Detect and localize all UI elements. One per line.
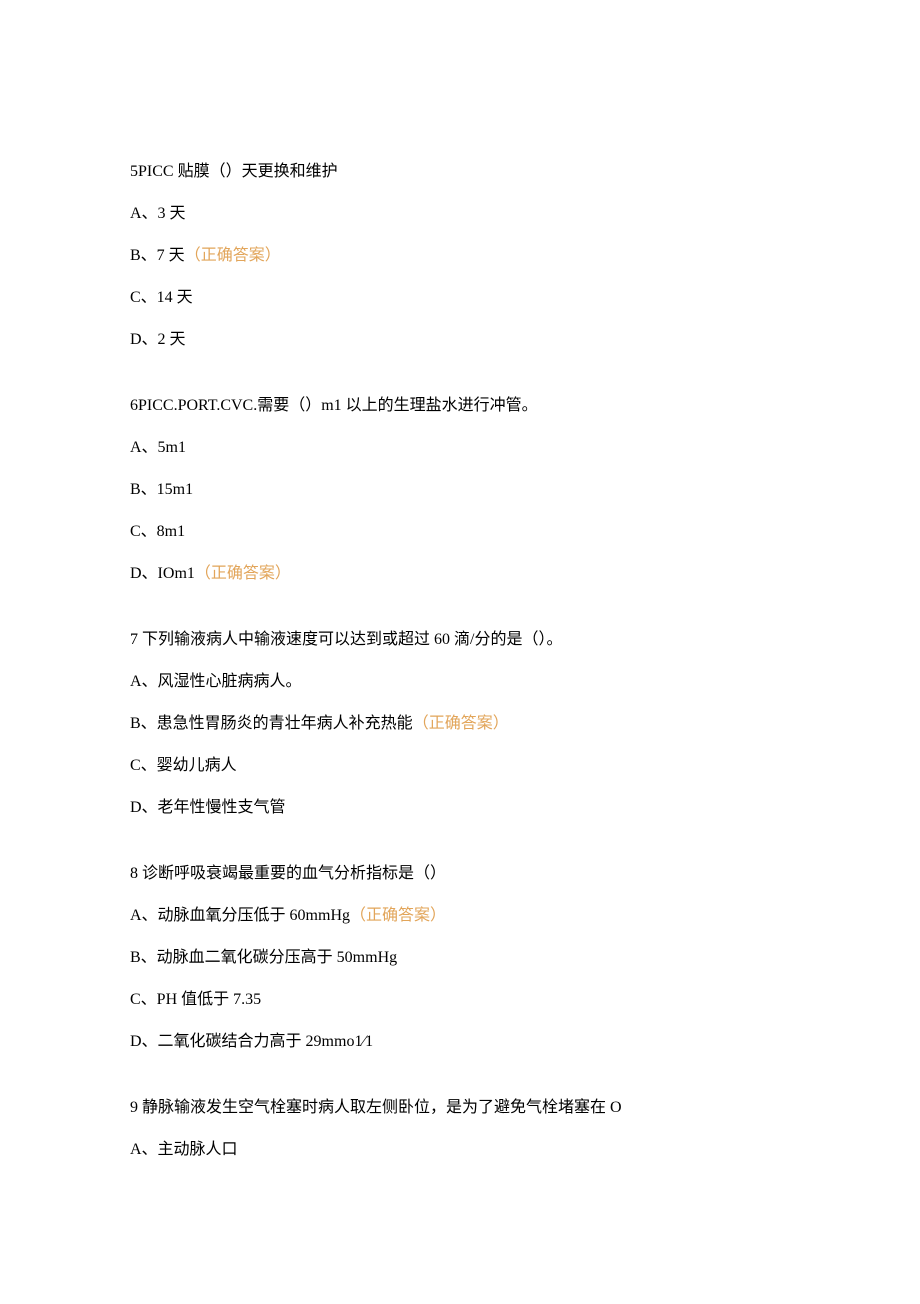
question-text: 7 下列输液病人中输液速度可以达到或超过 60 滴/分的是（）。	[130, 628, 790, 652]
answer-option: A、5m1	[130, 436, 790, 460]
answer-option: A、动脉血氧分压低于 60mmHg（正确答案）	[130, 904, 790, 928]
answer-option: C、婴幼儿病人	[130, 754, 790, 778]
answer-option: D、老年性慢性支气管	[130, 796, 790, 820]
answer-option: A、3 天	[130, 202, 790, 226]
correct-answer-marker: （正确答案）	[413, 715, 509, 732]
option-label: A、风湿性心脏病病人。	[130, 673, 302, 690]
option-label: B、动脉血二氧化碳分压高于 50mmHg	[130, 949, 397, 966]
question-block: 7 下列输液病人中输液速度可以达到或超过 60 滴/分的是（）。 A、风湿性心脏…	[130, 628, 790, 820]
option-label: D、二氧化碳结合力高于 29mmo1∕1	[130, 1033, 373, 1050]
answer-option: B、患急性胃肠炎的青壮年病人补充热能（正确答案）	[130, 712, 790, 736]
answer-option: D、二氧化碳结合力高于 29mmo1∕1	[130, 1030, 790, 1054]
answer-option: A、风湿性心脏病病人。	[130, 670, 790, 694]
answer-option: C、PH 值低于 7.35	[130, 988, 790, 1012]
document-page: 5PICC 贴膜（）天更换和维护 A、3 天 B、7 天（正确答案） C、14 …	[0, 0, 920, 1304]
option-label: C、PH 值低于 7.35	[130, 991, 261, 1008]
option-label: C、婴幼儿病人	[130, 757, 237, 774]
question-text: 6PICC.PORT.CVC.需要（）m1 以上的生理盐水进行冲管。	[130, 394, 790, 418]
option-label: C、8m1	[130, 523, 185, 540]
answer-option: C、8m1	[130, 520, 790, 544]
option-label: B、15m1	[130, 481, 193, 498]
answer-option: C、14 天	[130, 286, 790, 310]
question-block: 5PICC 贴膜（）天更换和维护 A、3 天 B、7 天（正确答案） C、14 …	[130, 160, 790, 352]
option-label: A、主动脉人口	[130, 1141, 238, 1158]
answer-option: D、2 天	[130, 328, 790, 352]
question-text: 9 静脉输液发生空气栓塞时病人取左侧卧位，是为了避免气栓堵塞在 O	[130, 1096, 790, 1120]
option-label: A、动脉血氧分压低于 60mmHg	[130, 907, 350, 924]
answer-option: B、7 天（正确答案）	[130, 244, 790, 268]
question-block: 8 诊断呼吸衰竭最重要的血气分析指标是（） A、动脉血氧分压低于 60mmHg（…	[130, 862, 790, 1054]
option-label: B、7 天	[130, 247, 185, 264]
question-block: 9 静脉输液发生空气栓塞时病人取左侧卧位，是为了避免气栓堵塞在 O A、主动脉人…	[130, 1096, 790, 1162]
correct-answer-marker: （正确答案）	[195, 565, 291, 582]
correct-answer-marker: （正确答案）	[185, 247, 281, 264]
option-label: D、IOm1	[130, 565, 195, 582]
question-text: 5PICC 贴膜（）天更换和维护	[130, 160, 790, 184]
option-label: A、3 天	[130, 205, 186, 222]
question-block: 6PICC.PORT.CVC.需要（）m1 以上的生理盐水进行冲管。 A、5m1…	[130, 394, 790, 586]
answer-option: B、15m1	[130, 478, 790, 502]
option-label: B、患急性胃肠炎的青壮年病人补充热能	[130, 715, 413, 732]
option-label: C、14 天	[130, 289, 193, 306]
answer-option: D、IOm1（正确答案）	[130, 562, 790, 586]
answer-option: A、主动脉人口	[130, 1138, 790, 1162]
option-label: A、5m1	[130, 439, 186, 456]
option-label: D、老年性慢性支气管	[130, 799, 286, 816]
answer-option: B、动脉血二氧化碳分压高于 50mmHg	[130, 946, 790, 970]
option-label: D、2 天	[130, 331, 186, 348]
correct-answer-marker: （正确答案）	[350, 907, 446, 924]
question-text: 8 诊断呼吸衰竭最重要的血气分析指标是（）	[130, 862, 790, 886]
